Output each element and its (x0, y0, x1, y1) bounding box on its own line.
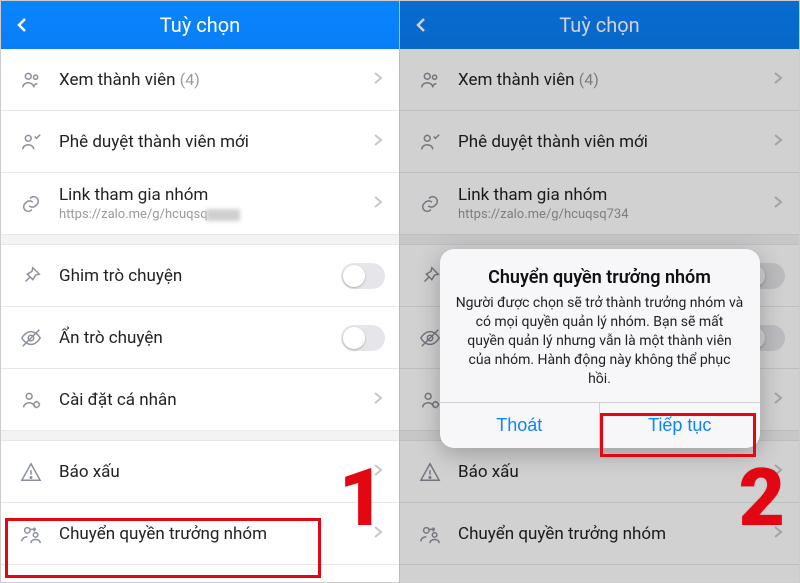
row-label: Báo xấu (59, 462, 373, 482)
row-approve[interactable]: Phê duyệt thành viên mới (400, 111, 799, 173)
row-link[interactable]: Link tham gia nhóm https://zalo.me/g/hcu… (400, 173, 799, 235)
member-count: (4) (180, 70, 200, 89)
pin-toggle[interactable] (341, 263, 385, 289)
row-approve[interactable]: Phê duyệt thành viên mới (1, 111, 399, 173)
chevron-right-icon (773, 70, 785, 89)
panel-right: Tuỳ chọn Xem thành viên (4) Phê duyệt th… (400, 1, 799, 582)
blurred-text (206, 209, 240, 221)
row-hide[interactable]: Ẩn trò chuyện (1, 307, 399, 369)
section-divider (400, 235, 799, 245)
approve-icon (416, 131, 444, 153)
row-label: Xem thành viên (59, 70, 176, 90)
row-label: Link tham gia nhóm (59, 185, 373, 205)
row-sublabel: https://zalo.me/g/hcuqsq734 (458, 207, 773, 222)
hide-icon (17, 327, 45, 349)
row-label: Chuyển quyền trưởng nhóm (59, 524, 373, 544)
row-report[interactable]: Báo xấu (1, 441, 399, 503)
panel-left: Tuỳ chọn Xem thành viên (4) Phê duyệt th… (1, 1, 400, 582)
row-label: Phê duyệt thành viên mới (59, 132, 373, 152)
header: Tuỳ chọn (400, 1, 799, 49)
settings-list: Xem thành viên (4) Phê duyệt thành viên … (1, 49, 399, 582)
row-pin[interactable]: Ghim trò chuyện (1, 245, 399, 307)
pin-icon (17, 265, 45, 287)
header-title: Tuỳ chọn (400, 13, 799, 37)
confirm-dialog: Chuyển quyền trưởng nhóm Người được chọn… (440, 249, 760, 448)
warning-icon (416, 461, 444, 483)
cancel-button[interactable]: Thoát (440, 403, 600, 448)
row-label: Phê duyệt thành viên mới (458, 132, 773, 152)
dialog-message: Người được chọn sẽ trở thành trưởng nhóm… (456, 294, 744, 388)
row-personal[interactable]: Cài đặt cá nhân (1, 369, 399, 431)
chevron-right-icon (373, 390, 385, 409)
row-report[interactable]: Báo xấu (400, 441, 799, 503)
chevron-right-icon (373, 462, 385, 481)
chevron-right-icon (773, 524, 785, 543)
chevron-right-icon (373, 524, 385, 543)
confirm-button[interactable]: Tiếp tục (599, 403, 760, 448)
chevron-right-icon (773, 390, 785, 409)
back-icon[interactable] (11, 14, 33, 36)
members-icon (17, 69, 45, 91)
approve-icon (17, 131, 45, 153)
transfer-owner-icon (17, 523, 45, 545)
row-sublabel: https://zalo.me/g/hcuqsq (59, 207, 373, 222)
row-label: Ghim trò chuyện (59, 266, 341, 286)
dialog-title: Chuyển quyền trưởng nhóm (456, 267, 744, 288)
row-label: Chuyển quyền trưởng nhóm (458, 524, 773, 544)
row-transfer[interactable]: Chuyển quyền trưởng nhóm (1, 503, 399, 565)
row-label: Cài đặt cá nhân (59, 390, 373, 410)
warning-icon (17, 461, 45, 483)
row-transfer[interactable]: Chuyển quyền trưởng nhóm (400, 503, 799, 565)
member-count: (4) (579, 70, 599, 89)
section-divider (1, 235, 399, 245)
chevron-right-icon (773, 462, 785, 481)
row-link[interactable]: Link tham gia nhóm https://zalo.me/g/hcu… (1, 173, 399, 235)
section-divider (1, 431, 399, 441)
chevron-right-icon (773, 132, 785, 151)
row-label: Xem thành viên (458, 70, 575, 90)
chevron-right-icon (773, 194, 785, 213)
hide-toggle[interactable] (341, 325, 385, 351)
row-label: Link tham gia nhóm (458, 185, 773, 205)
step-number: 2 (739, 458, 785, 538)
link-icon (416, 193, 444, 215)
header-title: Tuỳ chọn (1, 13, 399, 37)
members-icon (416, 69, 444, 91)
chevron-right-icon (373, 194, 385, 213)
chevron-right-icon (373, 70, 385, 89)
link-icon (17, 193, 45, 215)
personal-icon (17, 389, 45, 411)
header: Tuỳ chọn (1, 1, 399, 49)
back-icon[interactable] (410, 14, 432, 36)
row-members[interactable]: Xem thành viên (4) (1, 49, 399, 111)
row-members[interactable]: Xem thành viên (4) (400, 49, 799, 111)
row-label: Báo xấu (458, 462, 773, 482)
chevron-right-icon (373, 132, 385, 151)
row-label: Ẩn trò chuyện (59, 328, 341, 348)
transfer-owner-icon (416, 523, 444, 545)
